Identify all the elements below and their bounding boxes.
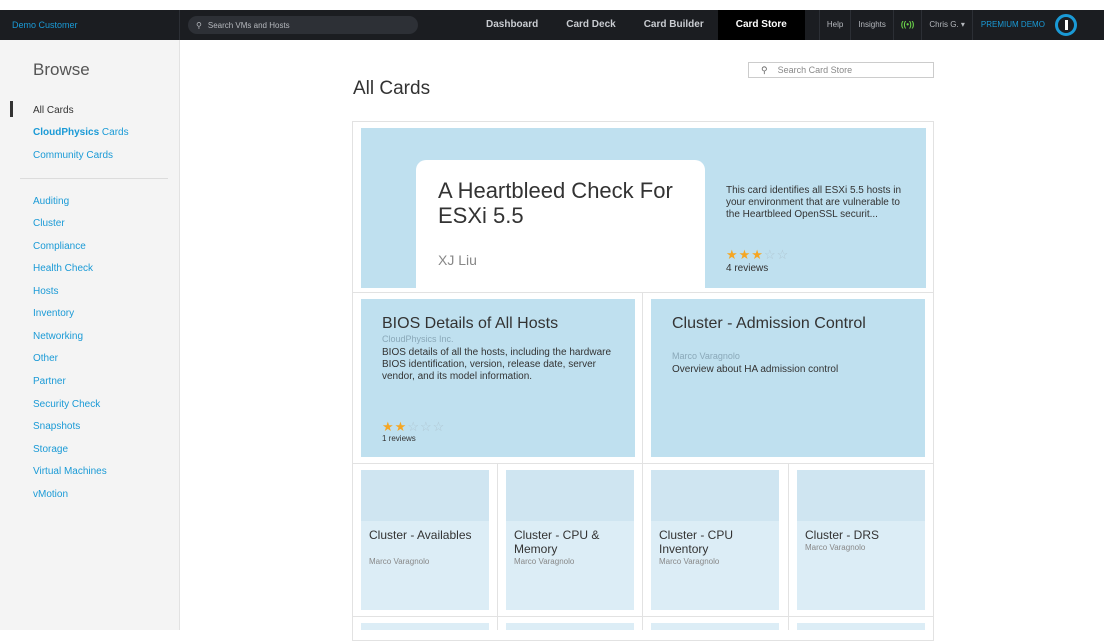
card-title: BIOS Details of All Hosts <box>382 315 559 332</box>
global-search-input[interactable]: ⚲ Search VMs and Hosts <box>188 16 418 34</box>
card-title: Cluster - DRS <box>805 528 880 542</box>
card-description: BIOS details of all the hosts, including… <box>382 347 612 382</box>
featured-card-title: A Heartbleed Check For ESXi 5.5 <box>438 178 673 228</box>
sidebar-item-partner[interactable]: Partner <box>33 376 66 387</box>
global-search-placeholder: Search VMs and Hosts <box>207 20 290 30</box>
signal-icon[interactable]: ((•)) <box>892 10 921 40</box>
card-title: Cluster - CPU & Memory <box>514 528 600 556</box>
top-navbar: Demo Customer ⚲ Search VMs and Hosts Das… <box>0 10 1104 40</box>
card-author: Marco Varagnolo <box>672 351 740 361</box>
cloudphysics-brand-label: CloudPhysics <box>33 127 100 138</box>
search-icon: ⚲ <box>196 20 202 30</box>
card-reviews: 1 reviews <box>382 434 416 443</box>
featured-card-author: XJ Liu <box>438 252 477 268</box>
sidebar-item-other[interactable]: Other <box>33 353 58 364</box>
grid-divider <box>353 463 933 464</box>
card-title: Cluster - Availables <box>369 528 472 542</box>
help-link[interactable]: Help <box>818 10 850 40</box>
sidebar-item-cloudphysics-cards[interactable]: CloudPhysics Cards <box>33 127 129 138</box>
sidebar-item-hosts[interactable]: Hosts <box>33 286 59 297</box>
nav-card-store[interactable]: Card Store <box>717 10 805 40</box>
card-author: Marco Varagnolo <box>805 543 866 552</box>
card-next-row[interactable] <box>651 623 779 630</box>
sidebar-divider <box>20 178 168 179</box>
grid-divider <box>353 616 933 617</box>
sidebar-item-compliance[interactable]: Compliance <box>33 241 86 252</box>
card-store-search-input[interactable]: ⚲ Search Card Store <box>748 62 934 78</box>
star-rating: ★★★☆☆ <box>726 247 789 263</box>
browse-sidebar: Browse All Cards CloudPhysics Cards Comm… <box>0 40 180 630</box>
card-thumbnail <box>361 470 489 521</box>
user-menu[interactable]: Chris G. ▾ <box>921 10 972 40</box>
card-store-search-placeholder: Search Card Store <box>777 65 853 75</box>
browse-heading: Browse <box>33 60 90 79</box>
nav-card-builder[interactable]: Card Builder <box>630 10 718 40</box>
sidebar-item-storage[interactable]: Storage <box>33 444 68 455</box>
card-author: Marco Varagnolo <box>659 557 720 566</box>
card-thumbnail <box>506 470 634 521</box>
star-empty-icon: ☆☆ <box>763 247 790 262</box>
sidebar-item-community-cards[interactable]: Community Cards <box>33 150 113 161</box>
sidebar-item-inventory[interactable]: Inventory <box>33 308 74 319</box>
sidebar-item-snapshots[interactable]: Snapshots <box>33 421 80 432</box>
plan-badge[interactable]: PREMIUM DEMO <box>971 10 1053 40</box>
card-author: CloudPhysics Inc. <box>382 334 454 344</box>
featured-card-description: This card identifies all ESXi 5.5 hosts … <box>726 185 902 220</box>
active-marker <box>10 101 13 117</box>
card-next-row[interactable] <box>797 623 925 630</box>
customer-selector[interactable]: Demo Customer <box>0 10 180 40</box>
nav-card-deck[interactable]: Card Deck <box>552 10 629 40</box>
grid-divider <box>642 293 643 630</box>
sidebar-item-virtual-machines[interactable]: Virtual Machines <box>33 466 107 477</box>
sidebar-item-health-check[interactable]: Health Check <box>33 263 93 274</box>
card-description: Overview about HA admission control <box>672 364 839 375</box>
sidebar-item-networking[interactable]: Networking <box>33 331 83 342</box>
card-next-row[interactable] <box>361 623 489 630</box>
insights-link[interactable]: Insights <box>850 10 893 40</box>
sidebar-item-auditing[interactable]: Auditing <box>33 196 69 207</box>
sidebar-item-vmotion[interactable]: vMotion <box>33 489 68 500</box>
card-title: Cluster - Admission Control <box>672 315 866 332</box>
cloudphysics-logo[interactable] <box>1054 14 1077 36</box>
grid-divider <box>788 464 789 630</box>
star-icon: ★★ <box>382 419 408 434</box>
card-thumbnail <box>651 470 779 521</box>
search-icon: ⚲ <box>761 64 768 75</box>
sidebar-item-cluster[interactable]: Cluster <box>33 218 65 229</box>
star-icon: ★★★ <box>726 247 764 262</box>
sidebar-item-all-cards[interactable]: All Cards <box>33 105 74 116</box>
sidebar-item-security-check[interactable]: Security Check <box>33 399 100 410</box>
card-author: Marco Varagnolo <box>369 557 430 566</box>
card-author: Marco Varagnolo <box>514 557 575 566</box>
card-next-row[interactable] <box>506 623 634 630</box>
nav-dashboard[interactable]: Dashboard <box>472 10 552 40</box>
card-thumbnail <box>797 470 925 521</box>
cards-label: Cards <box>99 127 129 138</box>
page-title: All Cards <box>353 78 431 99</box>
featured-card-reviews: 4 reviews <box>726 263 769 274</box>
grid-divider <box>497 464 498 630</box>
grid-divider <box>353 292 933 293</box>
card-title: Cluster - CPU Inventory <box>659 528 734 556</box>
star-rating: ★★☆☆☆ <box>382 419 445 435</box>
star-empty-icon: ☆☆☆ <box>407 419 446 434</box>
